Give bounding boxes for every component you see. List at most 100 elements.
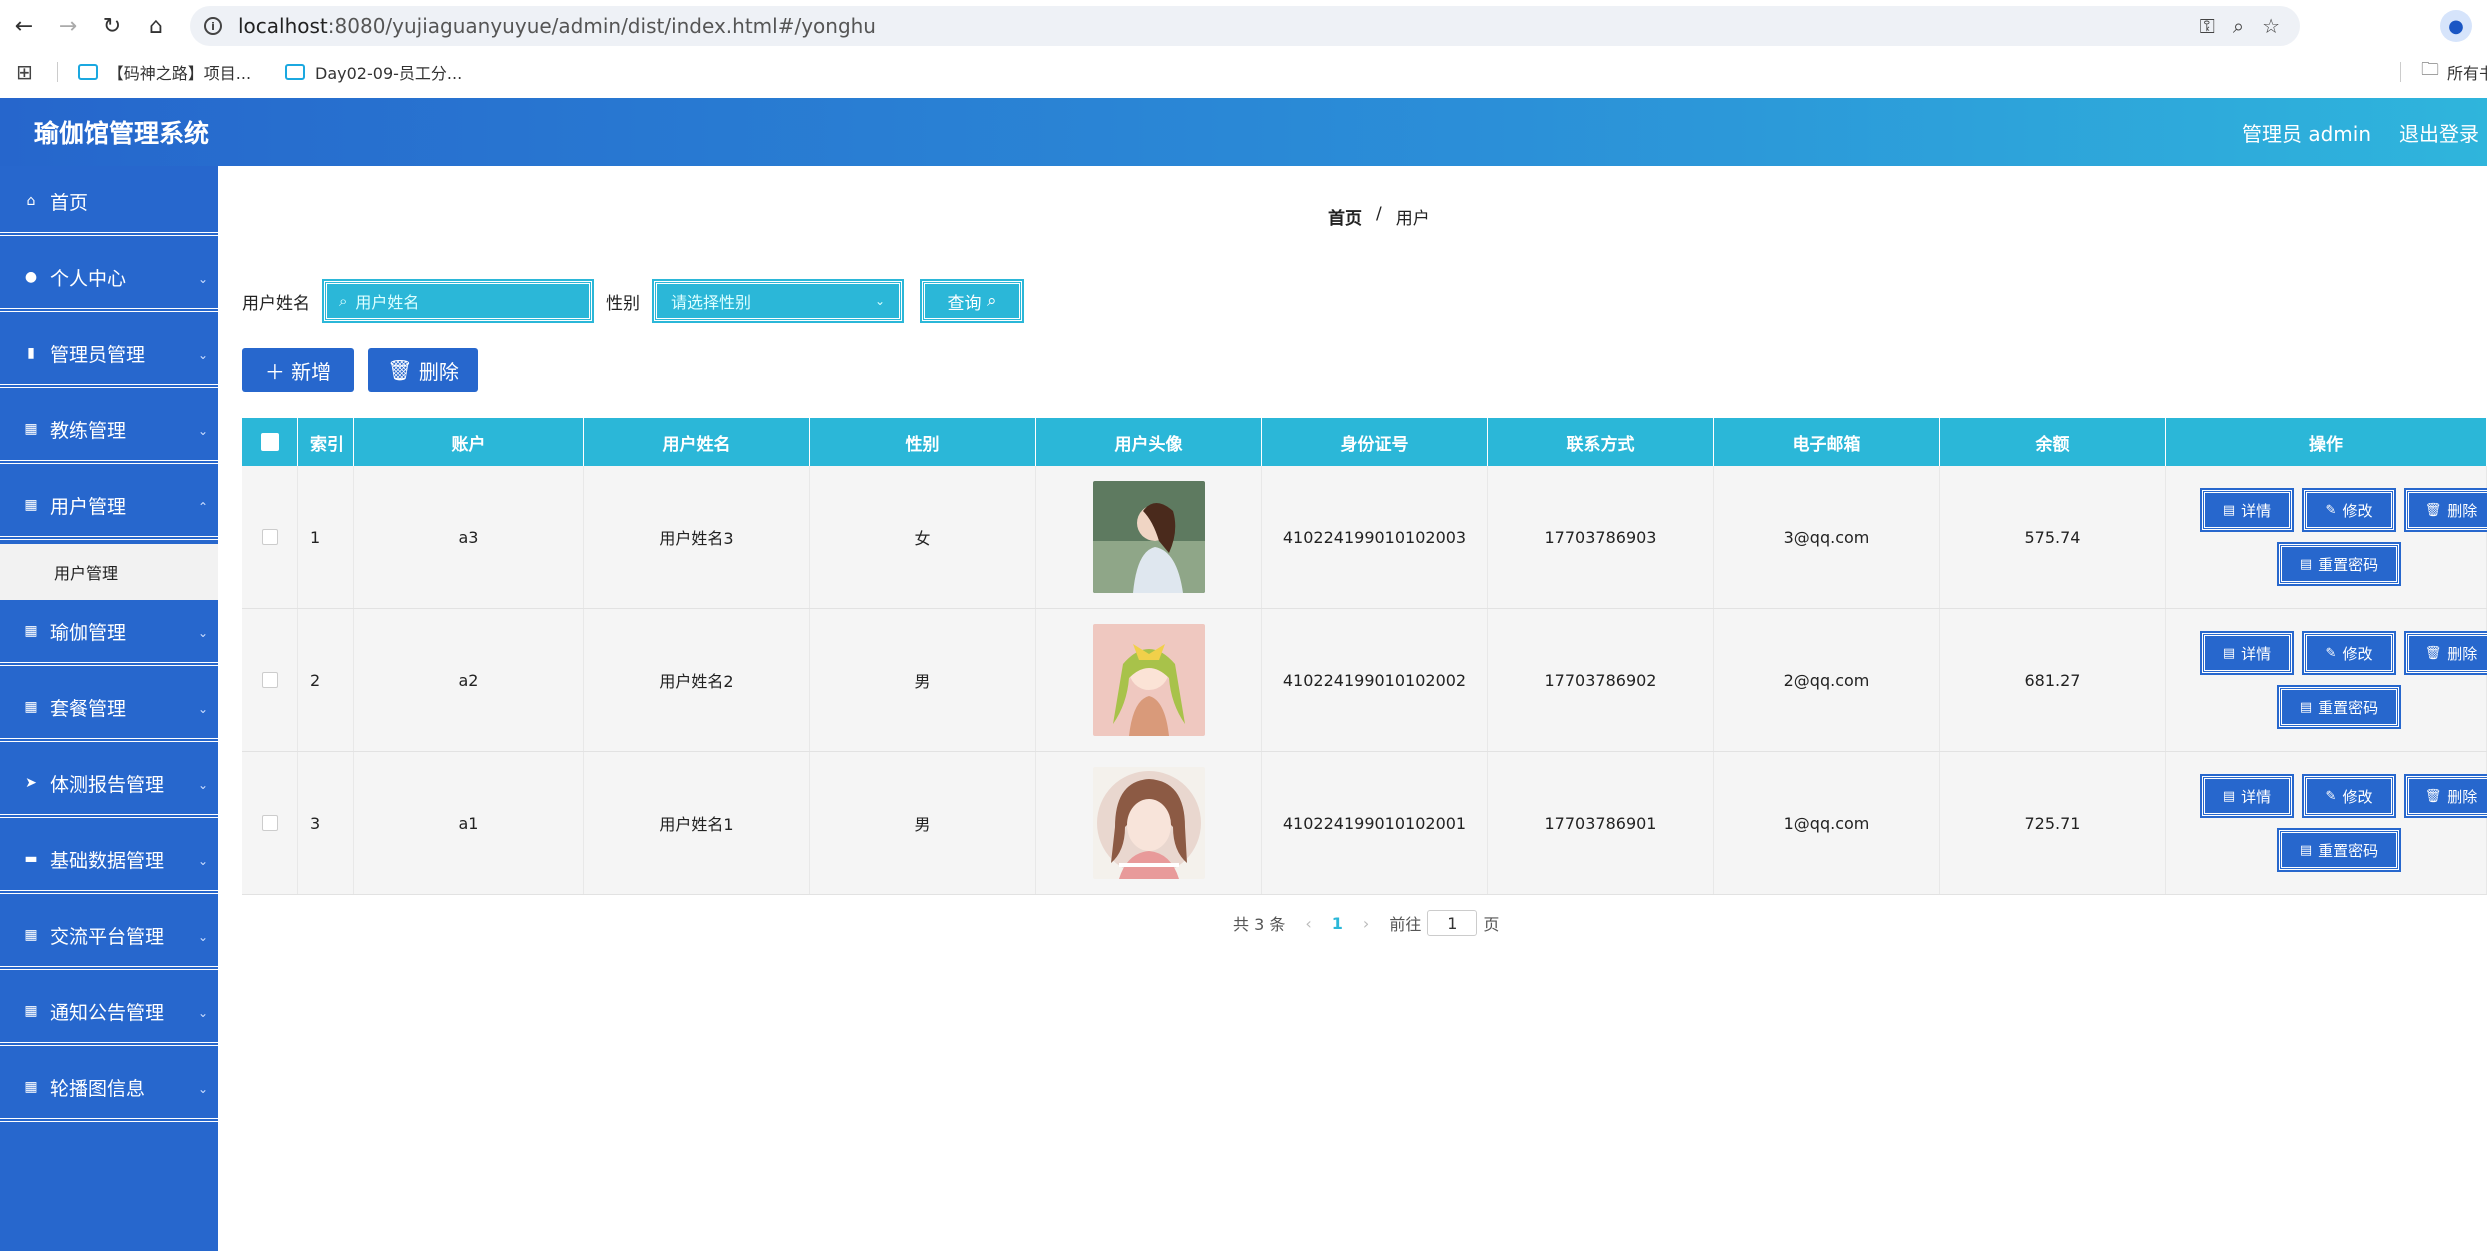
avatar[interactable] xyxy=(1092,624,1205,736)
select-all-checkbox[interactable] xyxy=(260,433,279,451)
sidebar-item-label: 管理员管理 xyxy=(50,343,146,366)
apps-icon[interactable]: ⊞ xyxy=(16,60,33,84)
select-all-cell xyxy=(242,418,298,466)
row-delete-button[interactable]: 🗑 删除 xyxy=(2404,488,2487,532)
col-header[interactable]: 账户 xyxy=(354,418,584,466)
zoom-icon[interactable]: ⌕ xyxy=(2233,14,2244,38)
cell-phone: 17703786902 xyxy=(1488,609,1714,751)
sidebar-item-admins[interactable]: ▮ 管理员管理 ⌄ xyxy=(0,322,218,388)
grid-icon: ▦ xyxy=(24,497,38,513)
bookmark-item[interactable]: 【码神之路】项目... xyxy=(77,60,251,84)
home-icon[interactable]: ⌂ xyxy=(136,6,176,46)
all-bookmarks[interactable]: 🗀 所有书 xyxy=(2400,52,2487,92)
cell-avatar xyxy=(1036,466,1262,608)
sidebar-item-notices[interactable]: ▦ 通知公告管理 ⌄ xyxy=(0,980,218,1046)
back-icon[interactable]: ← xyxy=(4,6,44,46)
col-header[interactable]: 联系方式 xyxy=(1488,418,1714,466)
prev-page-icon[interactable]: ‹ xyxy=(1305,914,1311,933)
cell-index: 3 xyxy=(298,752,354,894)
sidebar-item-reports[interactable]: ➤ 体测报告管理 ⌄ xyxy=(0,752,218,818)
reload-icon[interactable]: ↻ xyxy=(92,6,132,46)
key-icon[interactable]: ⚿ xyxy=(2200,14,2215,38)
reset-password-button[interactable]: ▤ 重置密码 xyxy=(2277,828,2401,872)
grid-icon: ▦ xyxy=(24,1079,38,1095)
total-count: 共 3 条 xyxy=(1233,915,1286,934)
col-header[interactable]: 性别 xyxy=(810,418,1036,466)
row-checkbox[interactable] xyxy=(261,529,278,545)
col-header[interactable]: 身份证号 xyxy=(1262,418,1488,466)
edit-button[interactable]: ✎ 修改 xyxy=(2302,774,2396,818)
cell-index: 1 xyxy=(298,466,354,608)
sidebar-item-carousel[interactable]: ▦ 轮播图信息 ⌄ xyxy=(0,1056,218,1122)
col-header[interactable]: 索引 xyxy=(298,418,354,466)
sidebar-item-users[interactable]: ▦ 用户管理 ⌃ xyxy=(0,474,218,540)
sidebar-item-profile[interactable]: ● 个人中心 ⌄ xyxy=(0,246,218,312)
cell-avatar xyxy=(1036,752,1262,894)
trash-icon: 🗑 xyxy=(2424,502,2442,518)
chevron-down-icon: ⌄ xyxy=(197,930,208,944)
page-number[interactable]: 1 xyxy=(1332,914,1343,933)
sidebar-item-label: 基础数据管理 xyxy=(50,849,165,872)
edit-button[interactable]: ✎ 修改 xyxy=(2302,631,2396,675)
sidebar-item-coaches[interactable]: ▦ 教练管理 ⌄ xyxy=(0,398,218,464)
profile-icon[interactable]: ● xyxy=(2440,10,2472,42)
row-checkbox[interactable] xyxy=(261,815,278,831)
row-select-cell xyxy=(242,609,298,751)
col-header[interactable]: 用户头像 xyxy=(1036,418,1262,466)
row-checkbox[interactable] xyxy=(261,672,278,688)
sidebar-item-label: 首页 xyxy=(50,191,89,214)
breadcrumb-home[interactable]: 首页 xyxy=(1328,204,1362,229)
cell-id-card: 410224199010102002 xyxy=(1262,609,1488,751)
avatar[interactable] xyxy=(1092,481,1205,593)
cell-name: 用户姓名3 xyxy=(584,466,810,608)
chat-icon: ▬ xyxy=(24,851,38,867)
table-row: 2 a2 用户姓名2 男 410224199010102002 17703786… xyxy=(242,609,2487,752)
sidebar-item-label: 通知公告管理 xyxy=(50,1001,165,1024)
sidebar-item-forum[interactable]: ▦ 交流平台管理 ⌄ xyxy=(0,904,218,970)
forward-icon[interactable]: → xyxy=(48,6,88,46)
reset-password-button[interactable]: ▤ 重置密码 xyxy=(2277,685,2401,729)
next-page-icon[interactable]: › xyxy=(1363,914,1369,933)
cell-email: 3@qq.com xyxy=(1714,466,1940,608)
sidebar-item-label: 交流平台管理 xyxy=(50,925,165,948)
reset-password-button[interactable]: ▤ 重置密码 xyxy=(2277,542,2401,586)
submenu-item-users[interactable]: 用户管理 xyxy=(0,544,218,600)
query-button[interactable]: 查询 ⌕ xyxy=(920,279,1024,323)
avatar[interactable] xyxy=(1092,767,1205,879)
search-form: 用户姓名 ⌕ 用户姓名 性别 请选择性别 ⌄ 查询 ⌕ xyxy=(242,279,1024,323)
goto-page-input[interactable]: 1 xyxy=(1427,910,1478,936)
bookmark-item[interactable]: Day02-09-员工分... xyxy=(285,60,462,84)
detail-button[interactable]: ▤ 详情 xyxy=(2200,488,2294,532)
detail-button[interactable]: ▤ 详情 xyxy=(2200,631,2294,675)
col-header[interactable]: 电子邮箱 xyxy=(1714,418,1940,466)
delete-label: 删除 xyxy=(418,359,459,384)
star-icon[interactable]: ☆ xyxy=(2262,14,2280,38)
sidebar-item-packages[interactable]: ▦ 套餐管理 ⌄ xyxy=(0,676,218,742)
detail-button[interactable]: ▤ 详情 xyxy=(2200,774,2294,818)
sidebar-item-basedata[interactable]: ▬ 基础数据管理 ⌄ xyxy=(0,828,218,894)
cell-account: a1 xyxy=(354,752,584,894)
goto-label: 前往 xyxy=(1389,915,1422,934)
gender-select[interactable]: 请选择性别 ⌄ xyxy=(652,279,904,323)
gender-placeholder: 请选择性别 xyxy=(671,293,752,312)
edit-button[interactable]: ✎ 修改 xyxy=(2302,488,2396,532)
add-button[interactable]: ＋ 新增 xyxy=(242,348,354,392)
grid-icon: ▦ xyxy=(24,421,38,437)
trash-icon: 🗑 xyxy=(2424,645,2442,661)
col-header[interactable]: 用户姓名 xyxy=(584,418,810,466)
home-icon: ⌂ xyxy=(26,193,36,209)
sidebar-item-yoga[interactable]: ▦ 瑜伽管理 ⌄ xyxy=(0,600,218,666)
reset-label: 重置密码 xyxy=(2318,698,2379,717)
col-header[interactable]: 余额 xyxy=(1940,418,2166,466)
site-info-icon[interactable]: i xyxy=(204,17,222,35)
cell-balance: 575.74 xyxy=(1940,466,2166,608)
delete-button[interactable]: 🗑 删除 xyxy=(368,348,478,392)
row-delete-button[interactable]: 🗑 删除 xyxy=(2404,774,2487,818)
address-bar[interactable]: i localhost:8080/yujiaguanyuyue/admin/di… xyxy=(190,6,2300,46)
breadcrumb: 首页 / 用户 xyxy=(1328,204,1430,229)
logout-link[interactable]: 退出登录 xyxy=(2399,118,2479,147)
row-delete-button[interactable]: 🗑 删除 xyxy=(2404,631,2487,675)
reset-label: 重置密码 xyxy=(2318,555,2379,574)
sidebar-item-home[interactable]: ⌂ 首页 xyxy=(0,170,218,236)
name-search-input[interactable]: ⌕ 用户姓名 xyxy=(322,279,594,323)
